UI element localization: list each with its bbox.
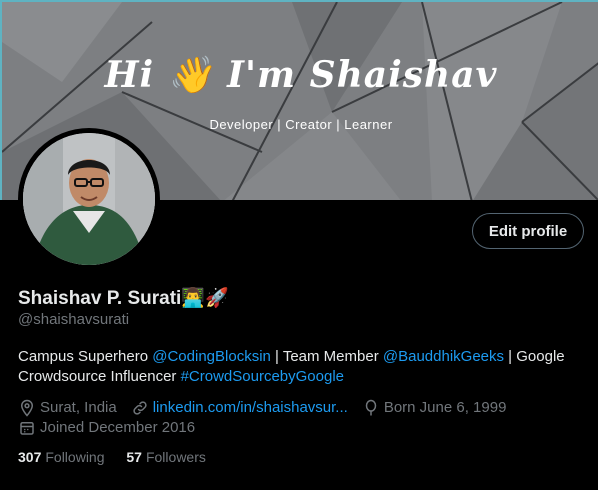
birthday-text: Born June 6, 1999 xyxy=(383,399,507,416)
link-icon xyxy=(133,401,147,415)
balloon-icon xyxy=(365,399,377,416)
mention-bauddhikgeeks[interactable]: @BauddhikGeeks xyxy=(383,348,504,365)
mention-codingblocksin[interactable]: @CodingBlocksin xyxy=(152,348,271,365)
calendar-icon xyxy=(20,422,34,435)
avatar[interactable] xyxy=(18,128,160,270)
profile-meta: Surat, India linkedin.com/in/shaishavsur… xyxy=(18,398,520,438)
meta-birthday: Born June 6, 1999 xyxy=(362,398,507,418)
display-name: Shaishav P. Surati xyxy=(18,288,182,309)
bio-text-1: Campus Superhero xyxy=(18,348,153,365)
location-text: Surat, India xyxy=(40,399,117,416)
user-handle: @shaishavsurati xyxy=(18,311,130,328)
meta-joined: Joined December 2016 xyxy=(18,418,195,438)
avatar-photo xyxy=(23,133,155,265)
bio: Campus Superhero @CodingBlocksin | Team … xyxy=(18,347,588,387)
banner-greeting: Hi 👋 I'm Shaishav xyxy=(104,54,498,96)
website-link[interactable]: linkedin.com/in/shaishavsur... xyxy=(153,398,348,418)
display-name-row: Shaishav P. Surati👨‍💻🚀 xyxy=(18,286,229,310)
meta-website: linkedin.com/in/shaishavsur... xyxy=(131,398,348,418)
following-count: 307 xyxy=(18,449,42,465)
following-link[interactable]: 307 Following xyxy=(18,449,105,465)
hashtag-crowdsourcebygoogle[interactable]: #CrowdSourcebyGoogle xyxy=(181,368,344,385)
location-icon xyxy=(20,399,34,417)
bio-text-2: | Team Member xyxy=(270,348,383,365)
joined-text: Joined December 2016 xyxy=(40,419,196,436)
name-emojis: 👨‍💻🚀 xyxy=(181,288,229,309)
edit-profile-button[interactable]: Edit profile xyxy=(472,213,584,249)
followers-link[interactable]: 57 Followers xyxy=(126,449,205,465)
following-label: Following xyxy=(45,449,105,465)
follow-stats: 307 Following 57 Followers xyxy=(18,449,224,465)
followers-count: 57 xyxy=(126,449,142,465)
meta-location: Surat, India xyxy=(18,398,117,418)
followers-label: Followers xyxy=(145,449,206,465)
